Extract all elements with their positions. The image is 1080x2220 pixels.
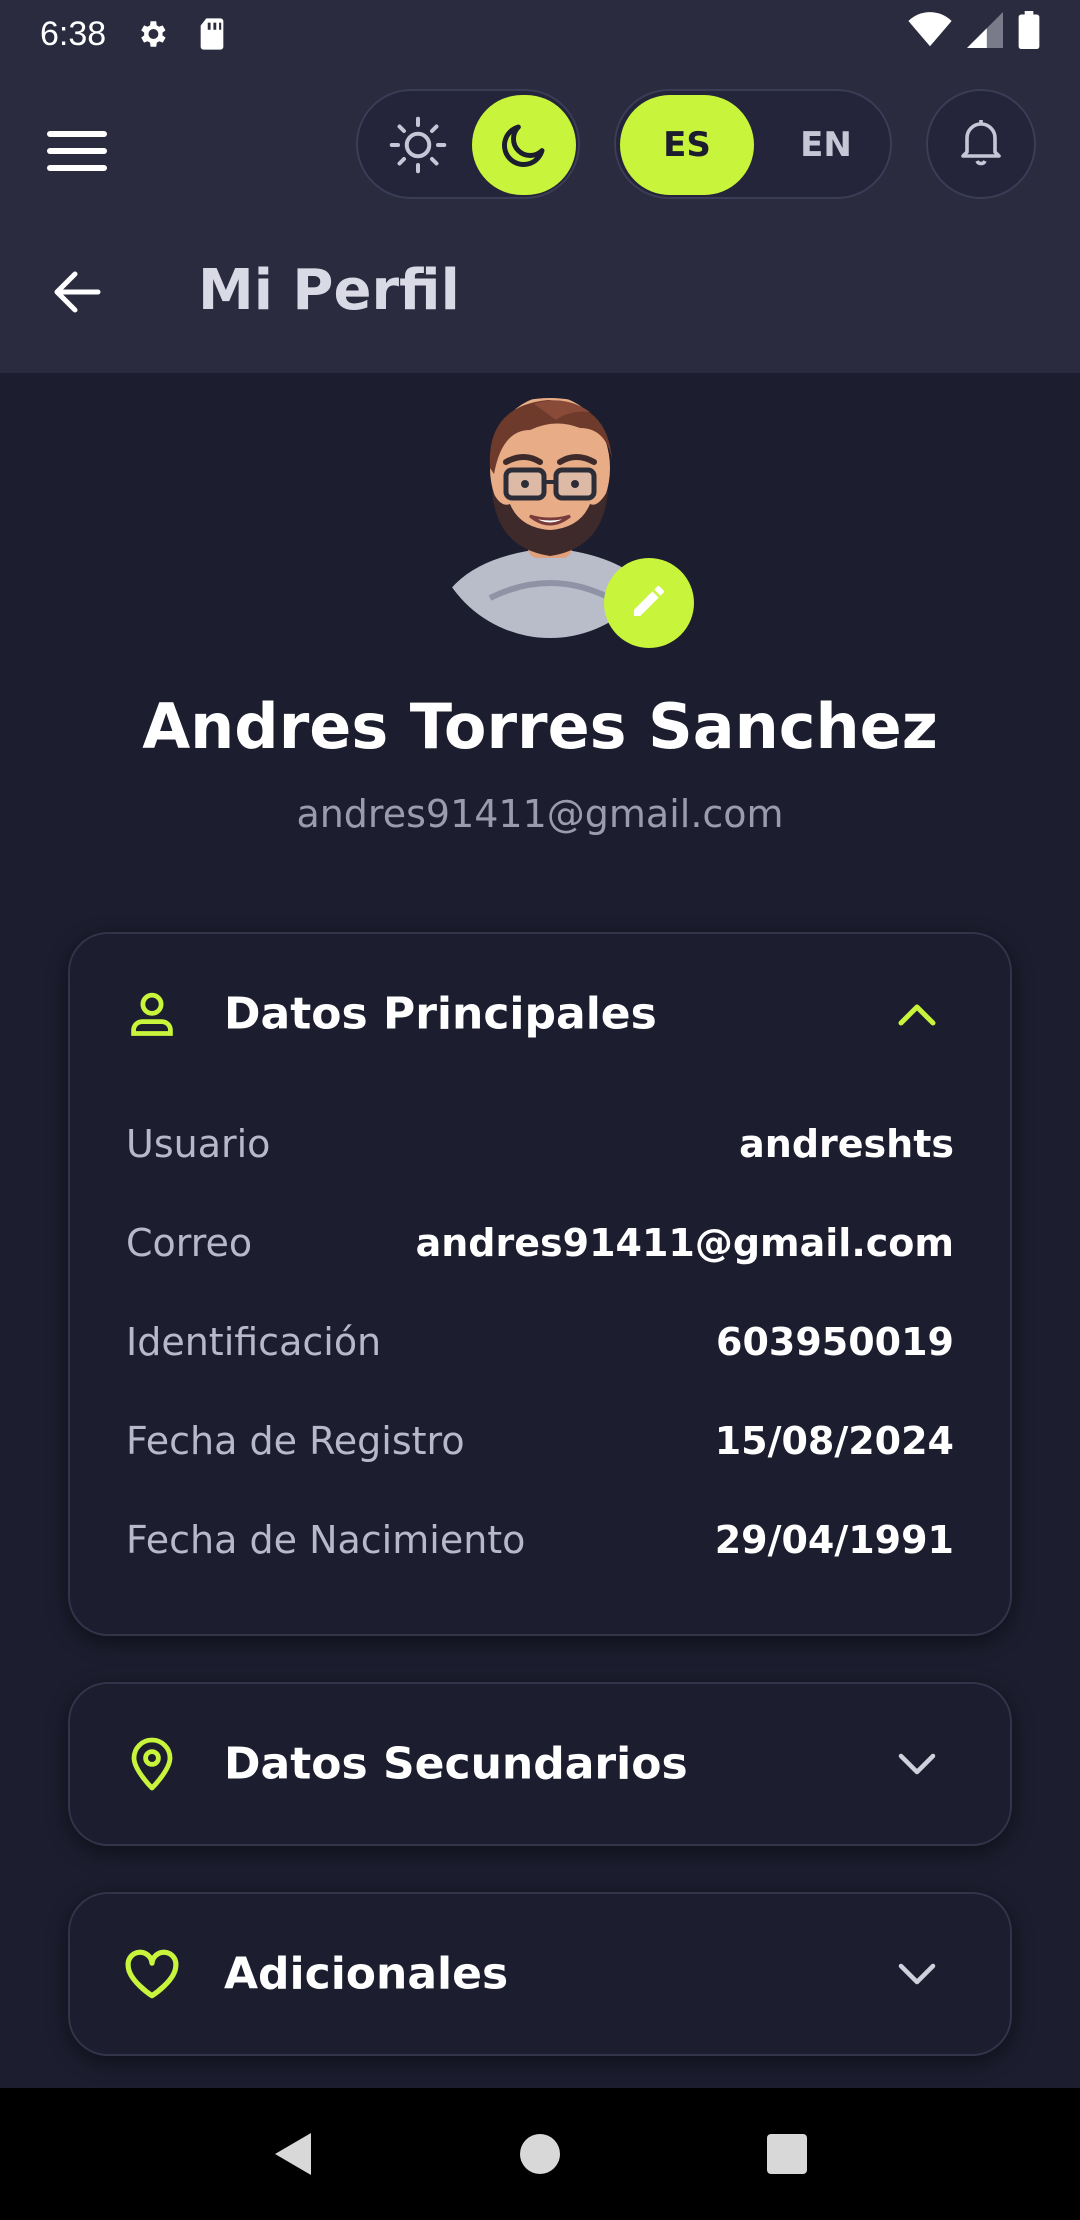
section-rows: Usuario andreshts Correo andres91411@gma… bbox=[70, 1094, 1010, 1589]
system-navigation-bar bbox=[0, 2088, 1080, 2220]
heart-icon bbox=[122, 1944, 182, 2004]
notifications-button[interactable] bbox=[926, 89, 1036, 199]
info-row-fecha-nacimiento: Fecha de Nacimiento 29/04/1991 bbox=[126, 1490, 954, 1589]
language-option-es[interactable]: ES bbox=[620, 95, 754, 195]
section-title: Datos Secundarios bbox=[224, 1738, 688, 1790]
page-title: Mi Perfil bbox=[198, 258, 460, 323]
info-value: 603950019 bbox=[716, 1319, 954, 1364]
app-header: ES EN Mi Perfil bbox=[0, 68, 1080, 373]
sun-icon[interactable] bbox=[380, 107, 456, 183]
info-row-correo: Correo andres91411@gmail.com bbox=[126, 1193, 954, 1292]
info-row-usuario: Usuario andreshts bbox=[126, 1094, 954, 1193]
info-label: Usuario bbox=[126, 1121, 271, 1166]
section-header-datos-secundarios[interactable]: Datos Secundarios bbox=[70, 1684, 1010, 1844]
moon-icon[interactable] bbox=[472, 95, 576, 195]
section-datos-principales: Datos Principales Usuario andreshts Corr… bbox=[68, 932, 1012, 1636]
section-header-adicionales[interactable]: Adicionales bbox=[70, 1894, 1010, 2054]
hamburger-menu-icon[interactable] bbox=[44, 118, 110, 184]
info-row-identificacion: Identificación 603950019 bbox=[126, 1292, 954, 1391]
info-value: 15/08/2024 bbox=[714, 1418, 954, 1463]
section-header-datos-principales[interactable]: Datos Principales bbox=[70, 934, 1010, 1094]
edit-avatar-button[interactable] bbox=[604, 558, 694, 648]
info-label: Fecha de Nacimiento bbox=[126, 1517, 526, 1562]
wifi-icon bbox=[908, 12, 952, 56]
nav-home-icon[interactable] bbox=[505, 2119, 575, 2189]
info-label: Correo bbox=[126, 1220, 253, 1265]
person-icon bbox=[122, 984, 182, 1044]
bell-icon bbox=[957, 116, 1005, 172]
info-label: Fecha de Registro bbox=[126, 1418, 465, 1463]
chevron-down-icon[interactable] bbox=[892, 1739, 942, 1789]
info-label: Identificación bbox=[126, 1319, 382, 1364]
language-toggle[interactable]: ES EN bbox=[614, 89, 892, 199]
signal-icon bbox=[966, 12, 1004, 56]
location-pin-icon bbox=[122, 1734, 182, 1794]
chevron-down-icon[interactable] bbox=[892, 1949, 942, 1999]
nav-recents-icon[interactable] bbox=[752, 2119, 822, 2189]
profile-name: Andres Torres Sanchez bbox=[142, 690, 938, 763]
info-value: andreshts bbox=[739, 1121, 954, 1166]
section-title: Adicionales bbox=[224, 1948, 509, 2000]
info-value: 29/04/1991 bbox=[714, 1517, 954, 1562]
pencil-icon bbox=[629, 581, 669, 625]
status-bar: 6:38 bbox=[0, 0, 1080, 68]
section-datos-secundarios[interactable]: Datos Secundarios bbox=[68, 1682, 1012, 1846]
arrow-left-icon bbox=[52, 270, 102, 318]
settings-icon bbox=[134, 16, 170, 52]
chevron-up-icon[interactable] bbox=[892, 989, 942, 1039]
info-value: andres91411@gmail.com bbox=[415, 1220, 954, 1265]
nav-back-icon[interactable] bbox=[258, 2119, 328, 2189]
section-title: Datos Principales bbox=[224, 988, 657, 1040]
status-time: 6:38 bbox=[40, 14, 107, 53]
sd-card-icon bbox=[194, 16, 230, 52]
info-row-fecha-registro: Fecha de Registro 15/08/2024 bbox=[126, 1391, 954, 1490]
language-option-en[interactable]: EN bbox=[766, 95, 886, 195]
battery-icon bbox=[1018, 11, 1040, 57]
profile-avatar-container bbox=[430, 398, 694, 658]
profile-email: andres91411@gmail.com bbox=[296, 792, 784, 836]
back-button[interactable] bbox=[44, 264, 110, 324]
theme-toggle[interactable] bbox=[356, 89, 580, 199]
section-adicionales[interactable]: Adicionales bbox=[68, 1892, 1012, 2056]
